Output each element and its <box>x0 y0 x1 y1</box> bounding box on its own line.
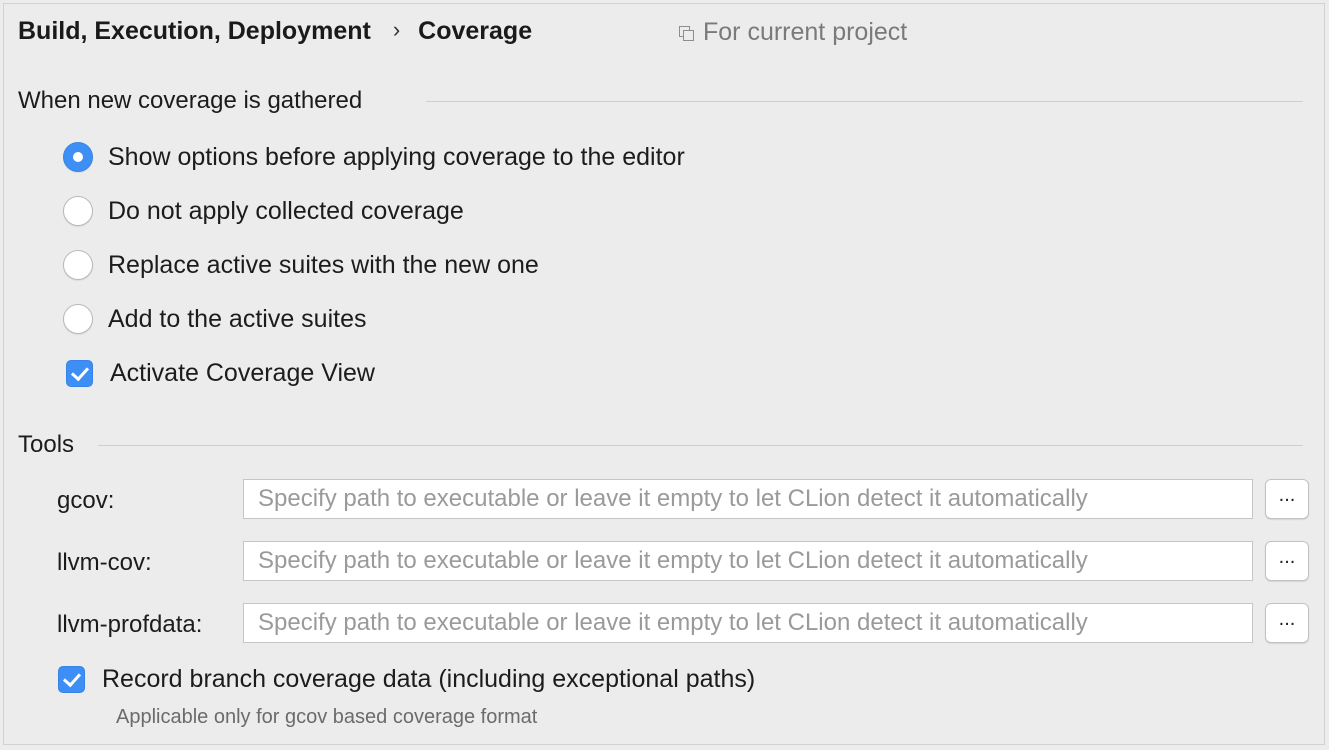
radio-label: Replace active suites with the new one <box>108 250 539 279</box>
radio-show-options[interactable]: Show options before applying coverage to… <box>63 142 685 172</box>
section-title-tools: Tools <box>18 431 75 458</box>
hint-text: Applicable only for gcov based coverage … <box>116 706 538 728</box>
section-divider <box>426 101 1303 102</box>
gcov-browse-button[interactable]: ... <box>1265 479 1309 519</box>
section-divider <box>98 445 1303 446</box>
page-title: Coverage <box>418 16 533 45</box>
radio-button[interactable] <box>63 304 93 334</box>
llvm-cov-path-input[interactable] <box>243 541 1253 581</box>
tool-label-gcov: gcov: <box>57 487 115 514</box>
scope-indicator: For current project <box>679 18 907 47</box>
breadcrumb: Build, Execution, Deployment › Coverage <box>18 14 532 48</box>
checkbox-checked-icon[interactable] <box>58 666 85 693</box>
gcov-path-input[interactable] <box>243 479 1253 519</box>
llvm-profdata-path-input[interactable] <box>243 603 1253 643</box>
copy-icon <box>679 25 694 41</box>
checkbox-label: Activate Coverage View <box>110 359 375 387</box>
radio-label: Add to the active suites <box>108 304 367 333</box>
checkbox-label: Record branch coverage data (including e… <box>102 665 756 693</box>
llvm-cov-browse-button[interactable]: ... <box>1265 541 1309 581</box>
radio-button[interactable] <box>63 250 93 280</box>
checkbox-activate-coverage-view[interactable]: Activate Coverage View <box>66 359 375 388</box>
radio-add-to-suites[interactable]: Add to the active suites <box>63 304 366 334</box>
scope-label: For current project <box>703 18 908 46</box>
radio-label: Show options before applying coverage to… <box>108 142 685 171</box>
radio-do-not-apply[interactable]: Do not apply collected coverage <box>63 196 464 226</box>
checkbox-checked-icon[interactable] <box>66 360 93 387</box>
radio-button-selected[interactable] <box>63 142 93 172</box>
radio-button[interactable] <box>63 196 93 226</box>
breadcrumb-parent[interactable]: Build, Execution, Deployment <box>18 17 371 46</box>
radio-label: Do not apply collected coverage <box>108 196 464 225</box>
tool-label-llvm-profdata: llvm-profdata: <box>57 611 203 638</box>
checkbox-record-branch-coverage[interactable]: Record branch coverage data (including e… <box>58 665 755 694</box>
section-title-coverage: When new coverage is gathered <box>18 87 363 114</box>
tool-label-llvm-cov: llvm-cov: <box>57 549 152 576</box>
chevron-right-icon: › <box>392 17 401 42</box>
llvm-profdata-browse-button[interactable]: ... <box>1265 603 1309 643</box>
radio-replace-suites[interactable]: Replace active suites with the new one <box>63 250 539 280</box>
